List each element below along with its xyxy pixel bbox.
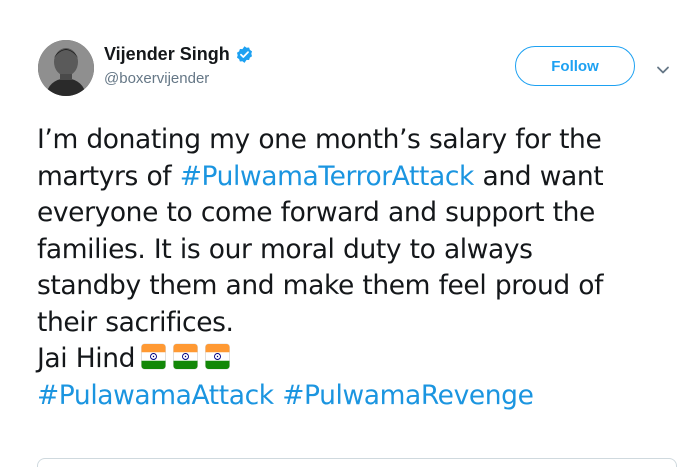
hashtag-link[interactable]: #PulwamaRevenge xyxy=(282,380,534,411)
sign-off-line: Jai Hind xyxy=(37,341,677,378)
tweet-text-segment: and want xyxy=(474,160,604,192)
tweet-text-segment: everyone to come forward and support the xyxy=(37,197,595,228)
avatar[interactable] xyxy=(38,40,94,96)
tweet-line: their sacrifices. xyxy=(37,305,677,342)
tweet-text-segment: I’m donating my one month’s salary for t… xyxy=(37,124,602,155)
india-flag-icon xyxy=(141,343,166,370)
hashtag-link[interactable]: #PulawamaAttack xyxy=(37,380,274,411)
hashtags-line: #PulawamaAttack #PulwamaRevenge xyxy=(37,378,677,415)
india-flag-icon xyxy=(173,343,198,370)
tweet-line: standby them and make them feel proud of xyxy=(37,268,677,305)
author-info: Vijender Singh @boxervijender xyxy=(104,42,254,87)
tweet-text-segment: martyrs of xyxy=(37,160,180,192)
quoted-card-edge xyxy=(37,458,677,467)
tweet-line: martyrs of #PulwamaTerrorAttack and want xyxy=(37,159,677,196)
tweet-line: I’m donating my one month’s salary for t… xyxy=(37,122,677,159)
tweet-text-segment: families. It is our moral duty to always xyxy=(37,233,533,265)
flag-emoji-group xyxy=(141,343,237,374)
india-flag-icon xyxy=(205,343,230,370)
tweet-text: I’m donating my one month’s salary for t… xyxy=(37,122,677,414)
avatar-photo xyxy=(38,40,94,96)
tweet-line: everyone to come forward and support the xyxy=(37,195,677,232)
tweet-text-segment: their sacrifices. xyxy=(37,306,234,338)
tweet-line: families. It is our moral duty to always xyxy=(37,232,677,269)
author-handle[interactable]: @boxervijender xyxy=(104,70,254,87)
follow-button[interactable]: Follow xyxy=(515,46,635,86)
author-display-name[interactable]: Vijender Singh xyxy=(104,44,230,65)
chevron-down-icon[interactable] xyxy=(656,62,670,74)
tweet-text-segment: standby them and make them feel proud of xyxy=(37,270,604,301)
tweet-card: Vijender Singh @boxervijender Follow I’m… xyxy=(0,0,700,467)
sign-off-text: Jai Hind xyxy=(37,343,136,374)
verified-badge-icon xyxy=(235,45,254,64)
hashtag-link[interactable]: #PulwamaTerrorAttack xyxy=(180,161,475,192)
